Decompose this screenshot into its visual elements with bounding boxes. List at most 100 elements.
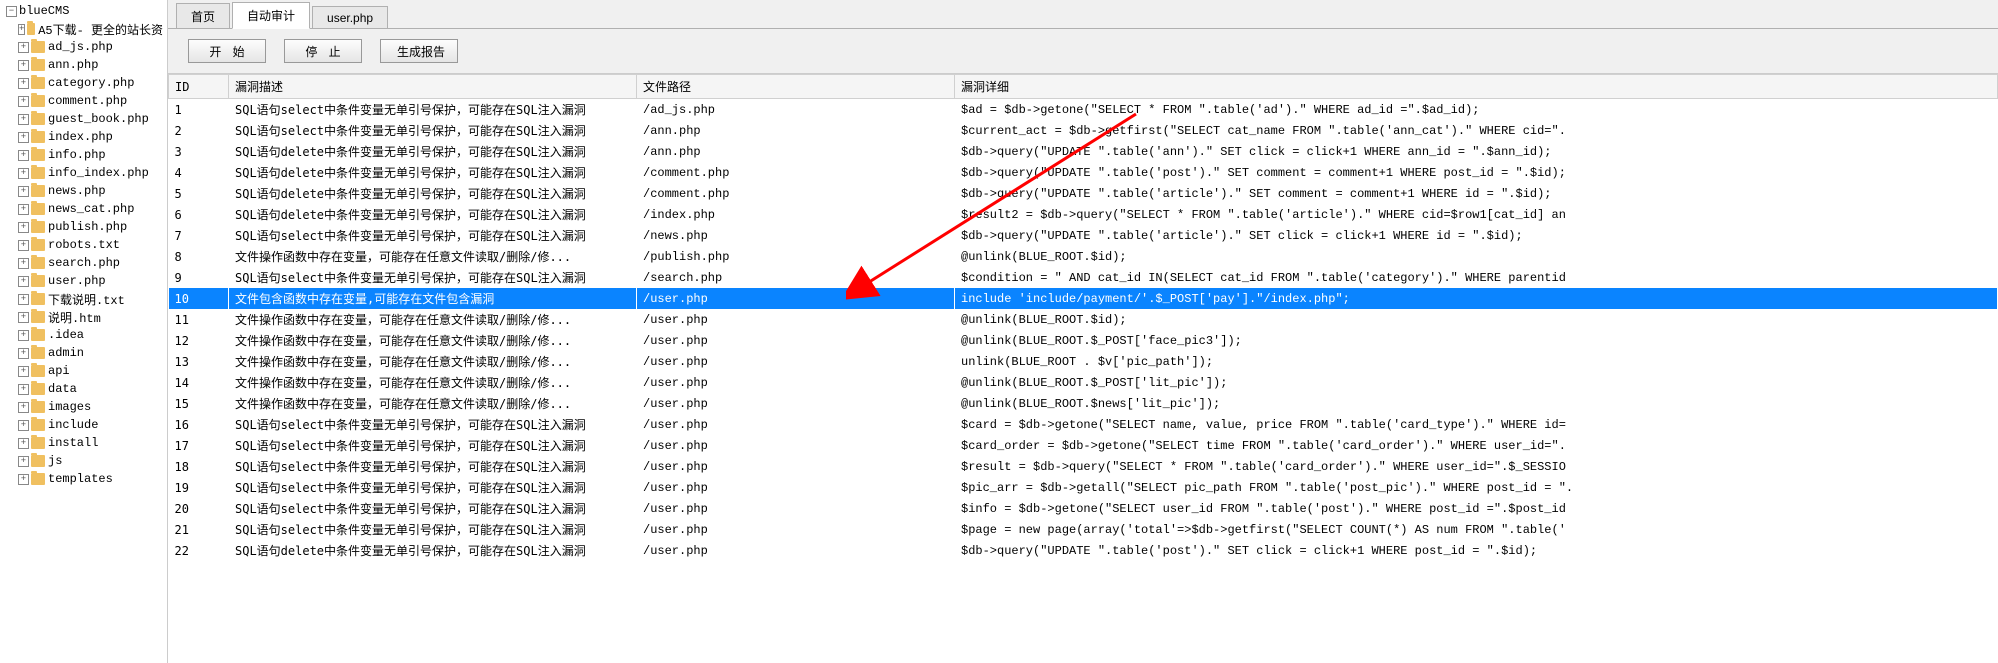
table-row[interactable]: 16SQL语句select中条件变量无单引号保护，可能存在SQL注入漏洞/use… [169,414,1998,435]
table-row[interactable]: 21SQL语句select中条件变量无单引号保护，可能存在SQL注入漏洞/use… [169,519,1998,540]
tree-item[interactable]: +下载说明.txt [4,290,163,308]
expand-icon[interactable]: + [18,438,29,449]
expand-icon[interactable]: + [18,456,29,467]
expand-icon[interactable]: + [18,24,25,35]
tab[interactable]: user.php [312,6,388,29]
tree-item[interactable]: + robots.txt [4,236,163,254]
tree-item[interactable]: +news.php [4,182,163,200]
cell-id: 21 [169,519,229,540]
table-row[interactable]: 7SQL语句select中条件变量无单引号保护，可能存在SQL注入漏洞/news… [169,225,1998,246]
table-row[interactable]: 10文件包含函数中存在变量,可能存在文件包含漏洞/user.phpinclude… [169,288,1998,309]
tree-item[interactable]: + info_index.php [4,164,163,182]
table-row[interactable]: 8文件操作函数中存在变量，可能存在任意文件读取/删除/修.../publish.… [169,246,1998,267]
table-row[interactable]: 14文件操作函数中存在变量，可能存在任意文件读取/删除/修.../user.ph… [169,372,1998,393]
folder-icon [31,41,45,53]
table-row[interactable]: 19SQL语句select中条件变量无单引号保护，可能存在SQL注入漏洞/use… [169,477,1998,498]
expand-icon[interactable]: + [18,168,29,179]
expand-icon[interactable]: + [18,150,29,161]
table-row[interactable]: 12文件操作函数中存在变量，可能存在任意文件读取/删除/修.../user.ph… [169,330,1998,351]
expand-icon[interactable]: + [18,384,29,395]
tree-item[interactable]: +guest_book.php [4,110,163,128]
expand-icon[interactable]: + [18,312,29,323]
table-row[interactable]: 1SQL语句select中条件变量无单引号保护，可能存在SQL注入漏洞/ad_j… [169,99,1998,121]
tree-item[interactable]: +index.php [4,128,163,146]
tree-item[interactable]: +install [4,434,163,452]
collapse-icon[interactable]: − [6,6,17,17]
tab[interactable]: 自动审计 [232,2,310,29]
tree-item[interactable]: +js [4,452,163,470]
col-header-id[interactable]: ID [169,75,229,99]
tree-item[interactable]: +category.php [4,74,163,92]
expand-icon[interactable]: + [18,366,29,377]
table-row[interactable]: 2SQL语句select中条件变量无单引号保护，可能存在SQL注入漏洞/ann.… [169,120,1998,141]
table-row[interactable]: 3SQL语句delete中条件变量无单引号保护，可能存在SQL注入漏洞/ann.… [169,141,1998,162]
expand-icon[interactable]: + [18,114,29,125]
tree-item[interactable]: +comment.php [4,92,163,110]
col-header-path[interactable]: 文件路径 [637,75,955,99]
table-row[interactable]: 13文件操作函数中存在变量，可能存在任意文件读取/删除/修.../user.ph… [169,351,1998,372]
cell-detail: @unlink(BLUE_ROOT.$_POST['face_pic3']); [955,330,1998,351]
toolbar: 开 始 停 止 生成报告 [168,29,1998,73]
expand-icon[interactable]: + [18,60,29,71]
expand-icon[interactable]: + [18,258,29,269]
expand-icon[interactable]: + [18,348,29,359]
cell-desc: 文件操作函数中存在变量，可能存在任意文件读取/删除/修... [229,246,637,267]
results-grid: ID 漏洞描述 文件路径 漏洞详细 1SQL语句select中条件变量无单引号保… [168,73,1998,663]
tree-item[interactable]: +images [4,398,163,416]
expand-icon[interactable]: + [18,330,29,341]
expand-icon[interactable]: + [18,186,29,197]
cell-desc: SQL语句delete中条件变量无单引号保护，可能存在SQL注入漏洞 [229,141,637,162]
expand-icon[interactable]: + [18,420,29,431]
table-row[interactable]: 9SQL语句select中条件变量无单引号保护，可能存在SQL注入漏洞/sear… [169,267,1998,288]
tree-item[interactable]: +A5下载- 更全的站长资 [4,20,163,38]
tree-item[interactable]: +templates [4,470,163,488]
cell-id: 22 [169,540,229,561]
table-row[interactable]: 5SQL语句delete中条件变量无单引号保护，可能存在SQL注入漏洞/comm… [169,183,1998,204]
expand-icon[interactable]: + [18,240,29,251]
tree-root-node[interactable]: − blueCMS [4,2,163,20]
cell-detail: @unlink(BLUE_ROOT.$id); [955,246,1998,267]
tree-item[interactable]: +ann.php [4,56,163,74]
col-header-desc[interactable]: 漏洞描述 [229,75,637,99]
start-button[interactable]: 开 始 [188,39,266,63]
tree-item-label: robots.txt [48,238,120,252]
tab[interactable]: 首页 [176,3,230,29]
cell-id: 7 [169,225,229,246]
expand-icon[interactable]: + [18,42,29,53]
table-row[interactable]: 4SQL语句delete中条件变量无单引号保护，可能存在SQL注入漏洞/comm… [169,162,1998,183]
col-header-detail[interactable]: 漏洞详细 [955,75,1998,99]
tree-item[interactable]: + publish.php [4,218,163,236]
tree-item-label: info_index.php [48,166,149,180]
tree-item-label: publish.php [48,220,127,234]
tree-item[interactable]: +api [4,362,163,380]
tree-item[interactable]: +info.php [4,146,163,164]
table-row[interactable]: 18SQL语句select中条件变量无单引号保护，可能存在SQL注入漏洞/use… [169,456,1998,477]
tree-item[interactable]: +说明.htm [4,308,163,326]
tree-item[interactable]: +include [4,416,163,434]
expand-icon[interactable]: + [18,132,29,143]
expand-icon[interactable]: + [18,402,29,413]
expand-icon[interactable]: + [18,276,29,287]
expand-icon[interactable]: + [18,222,29,233]
table-row[interactable]: 17SQL语句select中条件变量无单引号保护，可能存在SQL注入漏洞/use… [169,435,1998,456]
table-row[interactable]: 11文件操作函数中存在变量，可能存在任意文件读取/删除/修.../user.ph… [169,309,1998,330]
tree-item[interactable]: +admin [4,344,163,362]
tree-item[interactable]: +ad_js.php [4,38,163,56]
table-row[interactable]: 22SQL语句delete中条件变量无单引号保护，可能存在SQL注入漏洞/use… [169,540,1998,561]
table-row[interactable]: 20SQL语句select中条件变量无单引号保护，可能存在SQL注入漏洞/use… [169,498,1998,519]
expand-icon[interactable]: + [18,474,29,485]
tree-item[interactable]: +search.php [4,254,163,272]
cell-id: 17 [169,435,229,456]
expand-icon[interactable]: + [18,96,29,107]
expand-icon[interactable]: + [18,294,29,305]
tree-item[interactable]: +news_cat.php [4,200,163,218]
expand-icon[interactable]: + [18,204,29,215]
stop-button[interactable]: 停 止 [284,39,362,63]
table-row[interactable]: 6SQL语句delete中条件变量无单引号保护，可能存在SQL注入漏洞/inde… [169,204,1998,225]
expand-icon[interactable]: + [18,78,29,89]
generate-report-button[interactable]: 生成报告 [380,39,458,63]
tree-item[interactable]: +user.php [4,272,163,290]
tree-item[interactable]: +.idea [4,326,163,344]
tree-item[interactable]: +data [4,380,163,398]
table-row[interactable]: 15文件操作函数中存在变量，可能存在任意文件读取/删除/修.../user.ph… [169,393,1998,414]
